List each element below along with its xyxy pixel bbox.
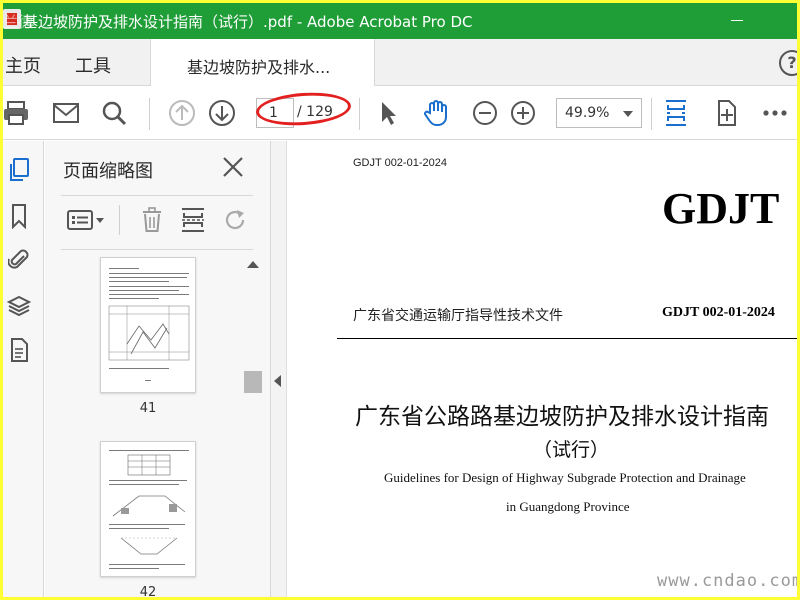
toolbar-separator	[651, 98, 652, 130]
rotate-page-icon[interactable]	[221, 205, 249, 235]
thumbnail-page-41[interactable]	[100, 257, 196, 393]
previous-page-icon[interactable]	[167, 98, 197, 128]
doc-divider	[337, 338, 797, 339]
chevron-down-icon	[623, 111, 633, 117]
tab-bar: 主页 工具 基边坡防护及排水... ?	[3, 39, 797, 86]
next-page-icon[interactable]	[207, 98, 237, 128]
toolbar-separator	[149, 98, 150, 130]
left-navigation-rail	[3, 141, 44, 597]
more-options-icon[interactable]	[760, 98, 790, 128]
thumbnail-list: 41 42	[45, 253, 243, 597]
corner-watermark: 兰德	[3, 13, 34, 31]
window-title: 基边坡防护及排水设计指南（试行）.pdf - Adobe Acrobat Pro…	[23, 13, 473, 31]
panel-title: 页面缩略图	[63, 161, 153, 182]
doc-title-en-line1: Guidelines for Design of Highway Subgrad…	[384, 470, 746, 485]
panel-divider	[61, 249, 253, 250]
annotation-circle	[254, 89, 353, 129]
thumbnail-page-42[interactable]	[100, 441, 196, 577]
email-icon[interactable]	[51, 98, 81, 128]
slope-diagram	[108, 305, 190, 361]
doc-title-cn: 广东省公路路基边坡防护及排水设计指南	[355, 404, 769, 429]
layers-icon[interactable]	[6, 293, 32, 319]
toolbar-separator	[359, 98, 360, 130]
doc-subtitle-cn: （试行）	[533, 440, 610, 461]
extract-page-icon[interactable]	[179, 205, 207, 235]
zoom-dropdown[interactable]: 49.9%	[556, 98, 642, 128]
document-properties-icon[interactable]	[6, 337, 32, 363]
zoom-out-icon[interactable]	[470, 98, 500, 128]
doc-standard-code: GDJT 002-01-2024	[662, 305, 775, 320]
close-icon[interactable]	[221, 155, 247, 181]
zoom-value: 49.9%	[565, 105, 610, 121]
rotate-view-icon[interactable]	[711, 98, 741, 128]
thumbnail-scrollbar[interactable]	[243, 253, 263, 597]
tab-tools[interactable]: 工具	[75, 52, 111, 78]
zoom-in-icon[interactable]	[508, 98, 538, 128]
minimize-button[interactable]	[731, 20, 743, 21]
collapse-arrow-icon	[274, 375, 281, 387]
tab-document[interactable]: 基边坡防护及排水...	[150, 39, 375, 86]
document-tab-label: 基边坡防护及排水...	[187, 58, 331, 77]
doc-brand: GDJT	[662, 184, 780, 233]
doc-department: 广东省交通运输厅指导性技术文件	[353, 309, 563, 324]
title-bar: 基边坡防护及排水设计指南（试行）.pdf - Adobe Acrobat Pro…	[3, 3, 797, 39]
attachment-icon[interactable]	[6, 247, 32, 273]
fit-page-icon[interactable]	[661, 98, 691, 128]
channel-sketch	[120, 537, 178, 555]
document-view[interactable]: GDJT 002-01-2024 GDJT 广东省交通运输厅指导性技术文件 GD…	[287, 141, 797, 597]
page-thumbnails-icon[interactable]	[6, 157, 32, 183]
thumbnail-options-icon[interactable]	[65, 205, 107, 235]
slope-sketch	[112, 495, 186, 517]
panel-divider	[61, 195, 253, 196]
thumbnail-label: 41	[139, 401, 157, 416]
table-sketch	[127, 454, 171, 476]
main-toolbar: 1 / 129 49.9%	[3, 86, 797, 140]
acrobat-window: 基边坡防护及排水设计指南（试行）.pdf - Adobe Acrobat Pro…	[3, 3, 797, 597]
scrollbar-thumb[interactable]	[244, 371, 262, 393]
print-icon[interactable]	[3, 98, 31, 128]
doc-header-code: GDJT 002-01-2024	[353, 157, 447, 169]
help-button[interactable]: ?	[779, 50, 797, 76]
collapse-panel-handle[interactable]	[271, 141, 287, 597]
bookmark-icon[interactable]	[6, 203, 32, 229]
site-watermark: www.cndao.com	[657, 571, 797, 591]
doc-title-en-line2: in Guangdong Province	[506, 499, 630, 514]
delete-page-icon[interactable]	[139, 205, 165, 235]
hand-tool-icon[interactable]	[421, 98, 451, 128]
scroll-up-icon[interactable]	[247, 261, 259, 268]
select-cursor-icon[interactable]	[373, 98, 403, 128]
panel-separator	[119, 205, 120, 235]
page-thumbnails-panel: 页面缩略图 41 42	[45, 141, 271, 597]
tab-home[interactable]: 主页	[5, 52, 41, 78]
thumbnail-label: 42	[139, 585, 157, 597]
search-icon[interactable]	[99, 98, 129, 128]
